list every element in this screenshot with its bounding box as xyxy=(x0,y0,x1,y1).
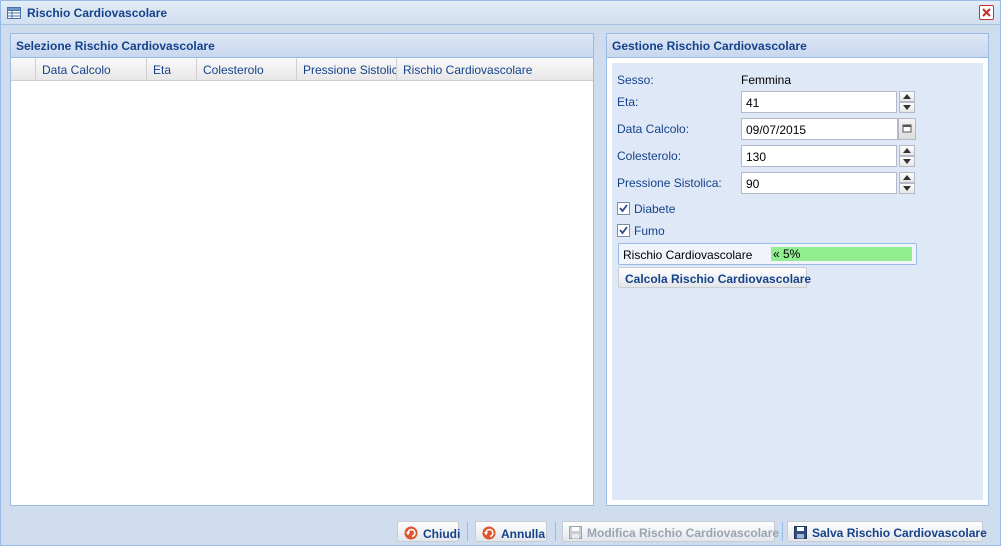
arrow-up-icon xyxy=(903,175,911,180)
date-picker-button[interactable] xyxy=(898,118,916,140)
form-area: Sesso: Femmina Eta: 41 Data Calcolo: 09/… xyxy=(612,63,983,500)
eta-field[interactable]: 41 xyxy=(741,91,897,113)
save-icon xyxy=(569,526,582,542)
check-icon xyxy=(619,226,628,235)
modifica-button[interactable]: Modifica Rischio Cardiovascolare xyxy=(562,521,779,542)
eta-spinner xyxy=(899,91,915,113)
close-button[interactable] xyxy=(979,5,994,20)
toolbar-separator xyxy=(555,522,556,541)
colesterolo-label: Colesterolo: xyxy=(617,149,682,163)
colesterolo-spinner xyxy=(899,145,915,167)
risk-result-value: « 5% xyxy=(773,247,801,261)
calendar-icon xyxy=(902,124,912,133)
risk-result-box: Rischio Cardiovascolare « 5% xyxy=(618,243,917,265)
sesso-value: Femmina xyxy=(741,73,792,87)
toolbar-separator xyxy=(782,522,783,541)
selection-panel: Selezione Rischio Cardiovascolare Data C… xyxy=(10,33,594,506)
spin-down-button[interactable] xyxy=(899,102,915,113)
arrow-down-icon xyxy=(903,159,911,164)
grid-column-eta[interactable]: Eta xyxy=(147,58,197,80)
pressione-spinner xyxy=(899,172,915,194)
dialog-window: Rischio Cardiovascolare Selezione Rischi… xyxy=(0,0,1001,546)
arrow-down-icon xyxy=(903,186,911,191)
arrow-down-icon xyxy=(903,105,911,110)
close-icon xyxy=(982,8,991,17)
diabete-label[interactable]: Diabete xyxy=(634,202,675,216)
undo-icon xyxy=(482,526,496,543)
spin-up-button[interactable] xyxy=(899,145,915,156)
annulla-label: Annulla xyxy=(501,527,545,541)
management-panel-title: Gestione Rischio Cardiovascolare xyxy=(607,34,988,58)
chiudi-button[interactable]: Chiudi xyxy=(397,521,461,543)
grid-column-colesterolo[interactable]: Colesterolo xyxy=(197,58,297,80)
window-title: Rischio Cardiovascolare xyxy=(27,6,168,20)
risk-level-bar: « 5% xyxy=(771,247,912,261)
grid-column-pressione-sistolica[interactable]: Pressione Sistolica xyxy=(297,58,397,80)
pressione-field[interactable]: 90 xyxy=(741,172,897,194)
grid-column-rischio[interactable]: Rischio Cardiovascolare xyxy=(397,58,593,80)
colesterolo-field[interactable]: 130 xyxy=(741,145,897,167)
arrow-up-icon xyxy=(903,148,911,153)
grid-header: Data Calcolo Eta Colesterolo Pressione S… xyxy=(11,58,593,81)
title-bar: Rischio Cardiovascolare xyxy=(1,1,1000,25)
management-panel: Gestione Rischio Cardiovascolare Sesso: … xyxy=(606,33,989,506)
check-icon xyxy=(619,204,628,213)
spin-up-button[interactable] xyxy=(899,172,915,183)
spin-down-button[interactable] xyxy=(899,156,915,167)
data-calcolo-label: Data Calcolo: xyxy=(617,122,690,136)
eta-label: Eta: xyxy=(617,95,639,109)
selection-panel-title: Selezione Rischio Cardiovascolare xyxy=(11,34,593,58)
calcola-button[interactable]: Calcola Rischio Cardiovascolare xyxy=(618,267,811,288)
fumo-label[interactable]: Fumo xyxy=(634,224,665,238)
grid-column-rownumber[interactable] xyxy=(11,58,36,80)
fumo-checkbox[interactable] xyxy=(617,224,630,237)
chiudi-label: Chiudi xyxy=(423,527,461,541)
arrow-up-icon xyxy=(903,94,911,99)
spin-up-button[interactable] xyxy=(899,91,915,102)
save-icon xyxy=(794,526,807,542)
undo-icon xyxy=(404,526,418,543)
data-calcolo-field[interactable]: 09/07/2015 xyxy=(741,118,898,140)
salva-label: Salva Rischio Cardiovascolare xyxy=(812,526,987,540)
salva-button[interactable]: Salva Rischio Cardiovascolare xyxy=(787,521,987,542)
spin-down-button[interactable] xyxy=(899,183,915,194)
modifica-label: Modifica Rischio Cardiovascolare xyxy=(587,526,780,540)
grid-column-data-calcolo[interactable]: Data Calcolo xyxy=(36,58,147,80)
toolbar-separator xyxy=(467,522,468,541)
pressione-label: Pressione Sistolica: xyxy=(617,176,722,190)
annulla-button[interactable]: Annulla xyxy=(475,521,547,542)
grid-icon xyxy=(7,7,21,19)
risk-result-label: Rischio Cardiovascolare xyxy=(623,248,753,262)
diabete-checkbox[interactable] xyxy=(617,202,630,215)
sesso-label: Sesso: xyxy=(617,73,654,87)
